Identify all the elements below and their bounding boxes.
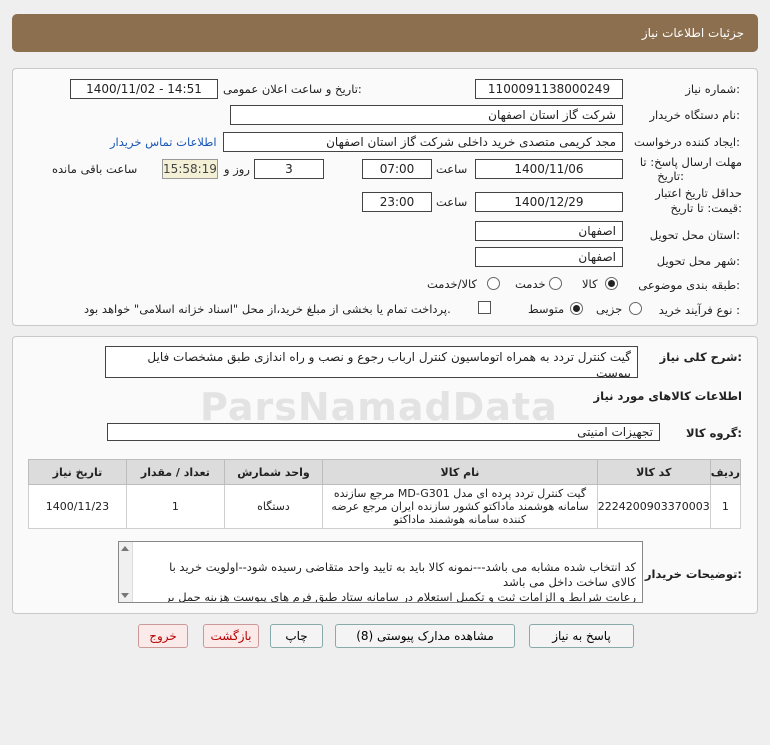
city-label: شهر محل تحویل:	[656, 254, 740, 268]
process-label: نوع فرآیند خرید :	[658, 303, 740, 317]
col-name: نام کالا	[322, 459, 598, 485]
need-number-field[interactable]: 1100091138000249	[475, 79, 623, 99]
page-header: جزئیات اطلاعات نیاز	[12, 14, 758, 52]
description-field: گیت کنترل تردد به همراه اتوماسیون کنترل …	[105, 346, 638, 378]
reply-date-field[interactable]: 1400/11/06	[475, 159, 623, 179]
page-title: جزئیات اطلاعات نیاز	[641, 26, 744, 40]
scroll-down-icon[interactable]	[121, 593, 129, 598]
category-option-goods: کالا	[582, 277, 598, 291]
validity-label: حداقل تاریخ اعتبار	[655, 186, 742, 200]
reply-button[interactable]: پاسخ به نیاز	[529, 624, 634, 648]
province-field[interactable]: اصفهان	[475, 221, 623, 241]
buyer-notes-label: توضیحات خریدار:	[644, 567, 742, 581]
cell-name: گیت کنترل تردد پرده ای مدل MD-G301 مرجع …	[322, 484, 598, 529]
attachments-button[interactable]: مشاهده مدارک پیوستی (8)	[335, 624, 515, 648]
announce-label: تاریخ و ساعت اعلان عمومی:	[223, 82, 362, 96]
reply-time-field[interactable]: 07:00	[362, 159, 432, 179]
category-radio-goods-service[interactable]	[487, 277, 500, 290]
col-date: تاریخ نیاز	[28, 459, 127, 485]
days-field: 3	[254, 159, 324, 179]
scroll-up-icon[interactable]	[121, 546, 129, 551]
reply-time-label: ساعت	[436, 162, 468, 176]
buyer-org-field[interactable]: شرکت گاز استان اصفهان	[230, 105, 623, 125]
category-label: طبقه بندی موضوعی:	[638, 278, 740, 292]
buyer-org-label: نام دستگاه خریدار:	[649, 108, 740, 122]
reply-deadline-label: مهلت ارسال پاسخ: تا	[639, 155, 742, 169]
category-radio-service[interactable]	[549, 277, 562, 290]
print-button[interactable]: چاپ	[270, 624, 323, 648]
validity-time-field[interactable]: 23:00	[362, 192, 432, 212]
process-option-medium: متوسط	[528, 302, 565, 316]
cell-qty: 1	[125, 484, 225, 529]
cell-row: 1	[709, 484, 742, 529]
buyer-notes-text: کد انتخاب شده مشابه می باشد---نمونه کالا…	[165, 560, 636, 603]
days-label: روز و	[224, 162, 250, 176]
city-field[interactable]: اصفهان	[475, 247, 623, 267]
goods-table-header: ردیف کد کالا نام کالا واحد شمارش تعداد /…	[28, 459, 742, 485]
category-option-goods-service: کالا/خدمت	[427, 277, 478, 291]
treasury-checkbox[interactable]	[478, 301, 491, 314]
goods-table: ردیف کد کالا نام کالا واحد شمارش تعداد /…	[28, 459, 742, 529]
table-row[interactable]: 1 2224200903370003 گیت کنترل تردد پرده ا…	[28, 484, 742, 529]
description-label: شرح کلی نیاز:	[659, 350, 742, 364]
contact-buyer-link[interactable]: اطلاعات تماس خریدار	[110, 135, 217, 149]
col-unit: واحد شمارش	[223, 459, 324, 485]
col-row: ردیف	[709, 459, 742, 485]
exit-button[interactable]: خروج	[138, 624, 188, 648]
remaining-time-field: 15:58:19	[162, 159, 218, 179]
category-option-service: خدمت	[515, 277, 546, 291]
notes-scrollbar[interactable]	[119, 542, 133, 602]
announce-field[interactable]: 1400/11/02 - 14:51	[70, 79, 218, 99]
remaining-label: ساعت باقی مانده	[52, 162, 138, 176]
reply-deadline-label-2: تاریخ:	[657, 169, 684, 183]
col-qty: تعداد / مقدار	[125, 459, 225, 485]
category-radio-goods[interactable]	[605, 277, 618, 290]
validity-time-label: ساعت	[436, 195, 468, 209]
col-code: کد کالا	[596, 459, 711, 485]
goods-section-title: اطلاعات کالاهای مورد نیاز	[593, 389, 742, 403]
validity-date-field[interactable]: 1400/12/29	[475, 192, 623, 212]
need-number-label: شماره نیاز:	[685, 82, 740, 96]
cell-date: 1400/11/23	[28, 484, 127, 529]
payment-note: پرداخت تمام یا بخشی از مبلغ خرید،از محل …	[84, 302, 451, 316]
process-option-minor: جزیی	[596, 302, 623, 316]
back-button[interactable]: بازگشت	[203, 624, 259, 648]
goods-group-field: تجهیزات امنیتی	[107, 423, 660, 441]
goods-group-label: گروه کالا:	[686, 426, 742, 440]
buyer-notes-field[interactable]: کد انتخاب شده مشابه می باشد---نمونه کالا…	[118, 541, 643, 603]
validity-label-2: قیمت: تا تاریخ:	[670, 201, 742, 215]
cell-code: 2224200903370003	[596, 484, 711, 529]
province-label: استان محل تحویل:	[649, 228, 740, 242]
creator-field[interactable]: مجد کریمی متصدی خرید داخلی شرکت گاز استا…	[223, 132, 623, 152]
process-radio-minor[interactable]	[629, 302, 642, 315]
creator-label: ایجاد کننده درخواست:	[634, 135, 740, 149]
cell-unit: دستگاه	[223, 484, 324, 529]
process-radio-medium[interactable]	[570, 302, 583, 315]
